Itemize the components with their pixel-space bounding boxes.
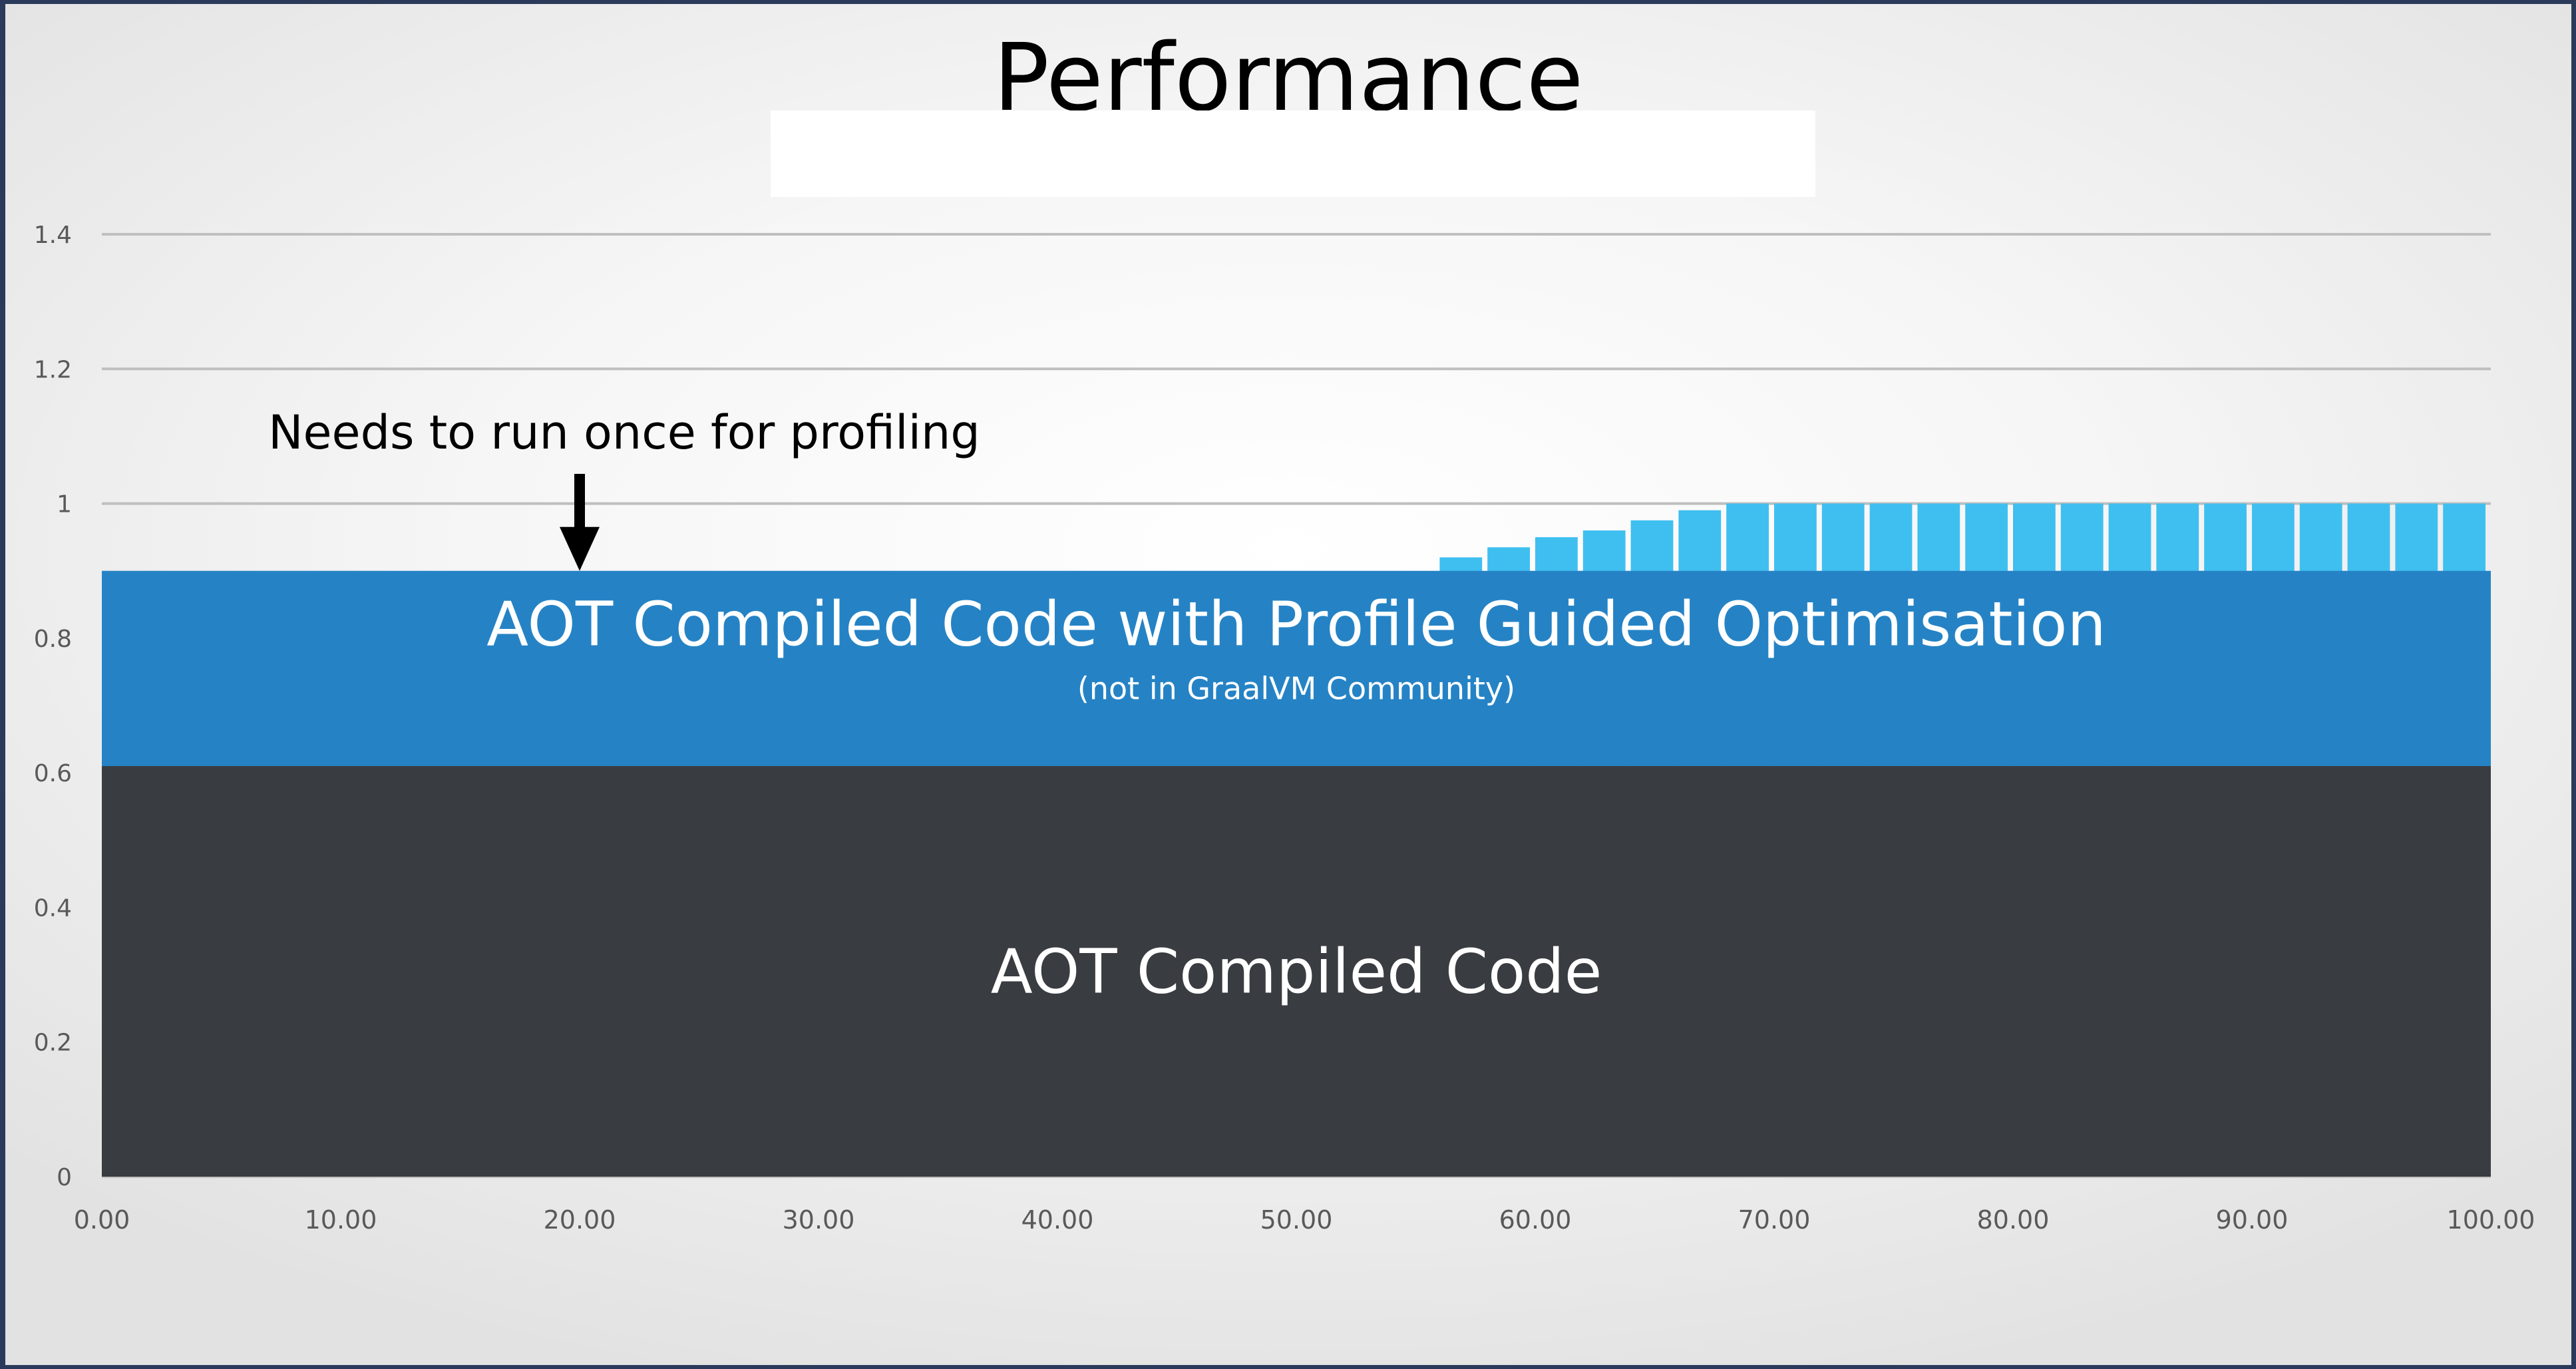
- x-tick-labels: 0.00 10.00 20.00 30.00 40.00 50.00 60.00 70.00 8…: [74, 1205, 2535, 1235]
- y-tick-label: 1.2: [34, 356, 72, 383]
- x-tick-label: 40.00: [1021, 1205, 1094, 1235]
- x-tick-label: 30.00: [783, 1205, 855, 1235]
- x-tick-label: 50.00: [1260, 1205, 1333, 1235]
- x-tick-label: 100.00: [2447, 1205, 2535, 1235]
- y-tick-label: 0.6: [34, 760, 72, 787]
- x-tick-label: 10.00: [305, 1205, 377, 1235]
- y-tick-label: 1: [57, 491, 72, 518]
- title-underline-box: [771, 110, 1815, 197]
- y-tick-label: 0: [57, 1164, 72, 1191]
- slide: Performance AOT Compiled Code AOT Compile…: [5, 4, 2571, 1365]
- x-tick-label: 0.00: [74, 1205, 130, 1235]
- annotation-arrow-head: [560, 526, 600, 571]
- y-tick-labels: 0 0.2 0.4 0.6 0.8 1 1.2 1.4: [34, 222, 72, 1191]
- y-tick-label: 0.8: [34, 626, 72, 653]
- y-tick-label: 1.4: [34, 222, 72, 249]
- x-tick-label: 90.00: [2216, 1205, 2289, 1235]
- annotation-arrow-shaft: [574, 474, 585, 531]
- annotation-text: Needs to run once for profiling: [268, 405, 980, 460]
- x-tick-label: 20.00: [544, 1205, 616, 1235]
- x-tick-label: 80.00: [1977, 1205, 2050, 1235]
- performance-chart: AOT Compiled Code AOT Compiled Code with …: [34, 110, 2535, 1235]
- x-tick-label: 60.00: [1499, 1205, 1572, 1235]
- band-label: AOT Compiled Code: [991, 936, 1602, 1008]
- annotation-layer: Needs to run once for profiling: [268, 405, 980, 571]
- band-label: AOT Compiled Code with Profile Guided Op…: [486, 589, 2106, 660]
- y-tick-label: 0.4: [34, 894, 72, 922]
- x-tick-label: 70.00: [1738, 1205, 1811, 1235]
- band-sublabel: (not in GraalVM Community): [1077, 671, 1515, 707]
- bands-layer: AOT Compiled Code AOT Compiled Code with …: [102, 570, 2491, 1177]
- y-tick-label: 0.2: [34, 1030, 72, 1057]
